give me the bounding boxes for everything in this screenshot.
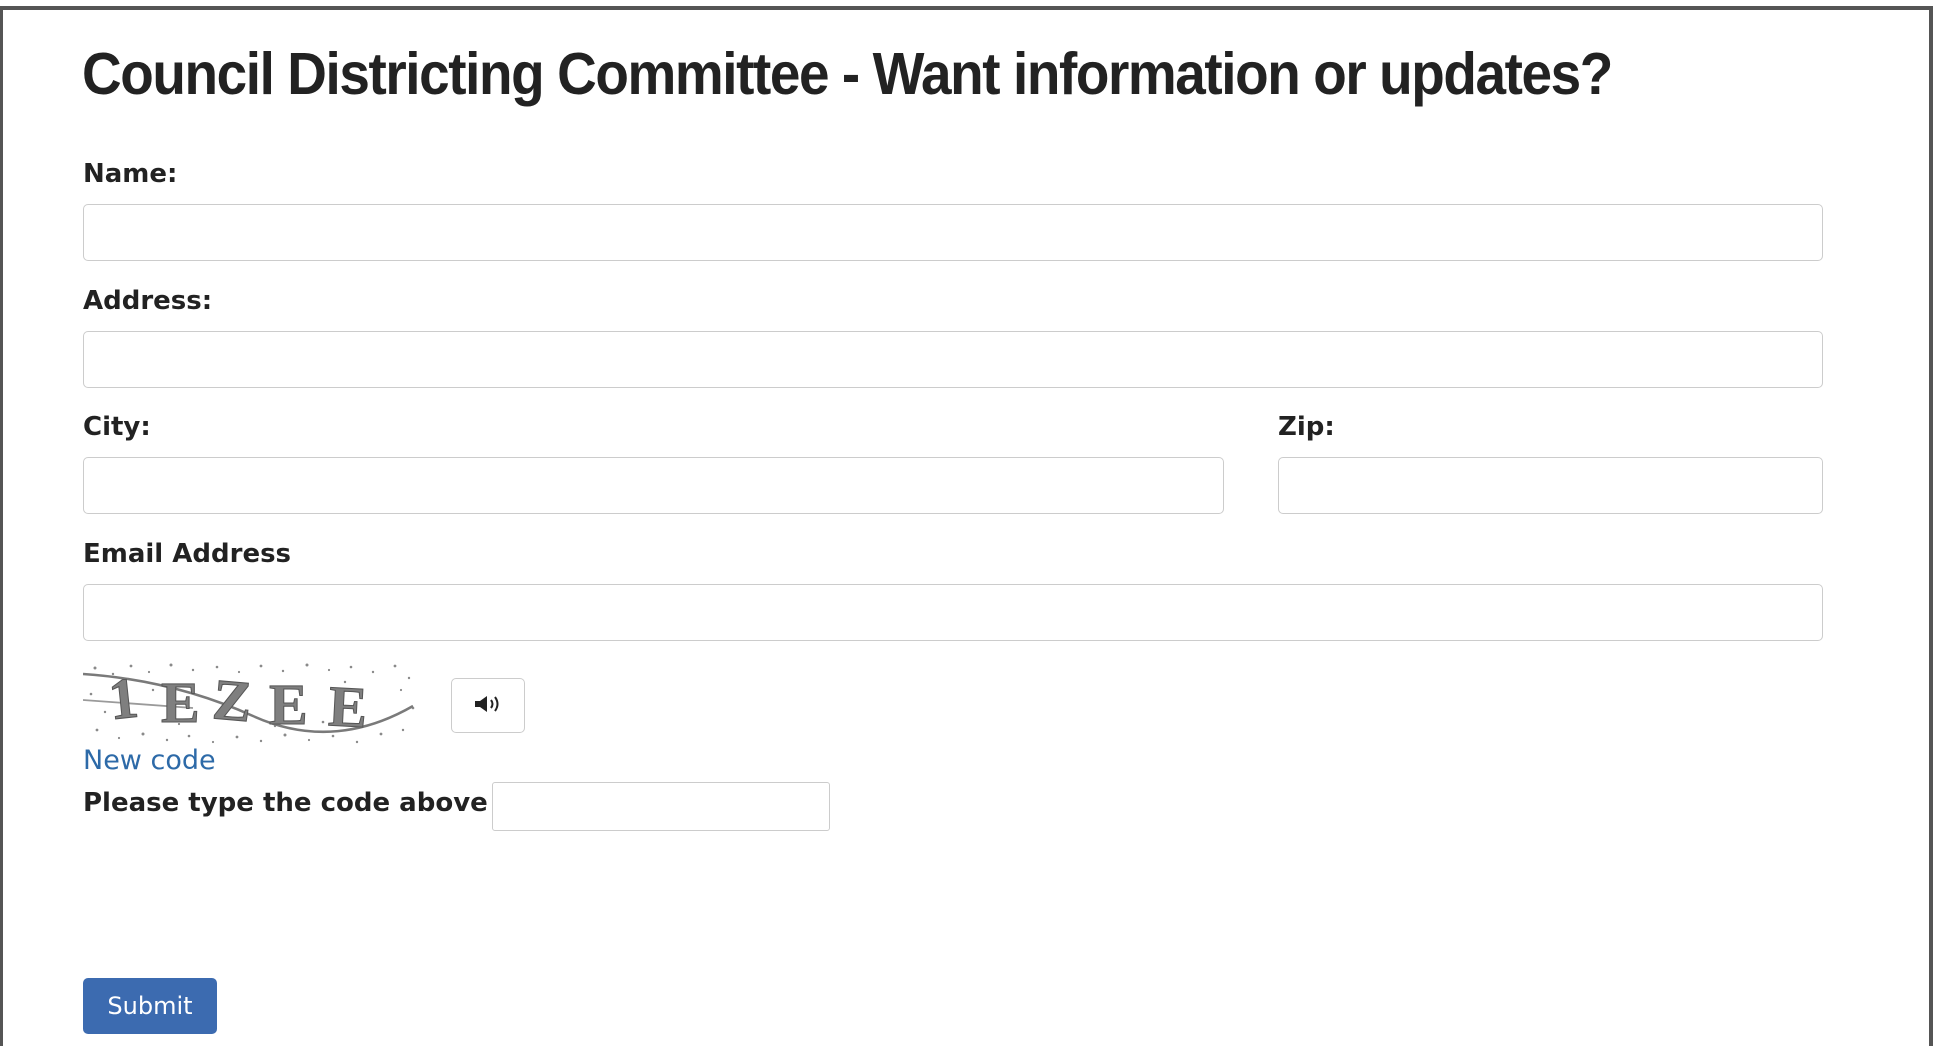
- new-code-link[interactable]: New code: [83, 745, 216, 776]
- svg-text:E: E: [161, 670, 200, 735]
- city-input[interactable]: [83, 457, 1224, 514]
- captcha-image: 1 E Z E E: [82, 660, 418, 746]
- address-label: Address:: [83, 286, 213, 316]
- name-label: Name:: [83, 159, 178, 189]
- page-title: Council Districting Committee - Want inf…: [82, 41, 1613, 107]
- captcha-audio-button[interactable]: [451, 678, 525, 733]
- svg-text:E: E: [269, 672, 308, 737]
- submit-button[interactable]: Submit: [83, 978, 217, 1034]
- email-label: Email Address: [83, 539, 292, 569]
- city-label: City:: [83, 412, 151, 442]
- form-container: [0, 6, 1933, 1046]
- captcha-prompt-label: Please type the code above: [83, 788, 488, 818]
- email-input[interactable]: [83, 584, 1823, 641]
- zip-label: Zip:: [1278, 412, 1335, 442]
- name-input[interactable]: [83, 204, 1823, 261]
- zip-input[interactable]: [1278, 457, 1823, 514]
- captcha-code-input[interactable]: [492, 782, 830, 831]
- svg-text:E: E: [327, 673, 369, 740]
- address-input[interactable]: [83, 331, 1823, 388]
- speaker-icon: [473, 694, 503, 717]
- svg-text:Z: Z: [210, 666, 254, 734]
